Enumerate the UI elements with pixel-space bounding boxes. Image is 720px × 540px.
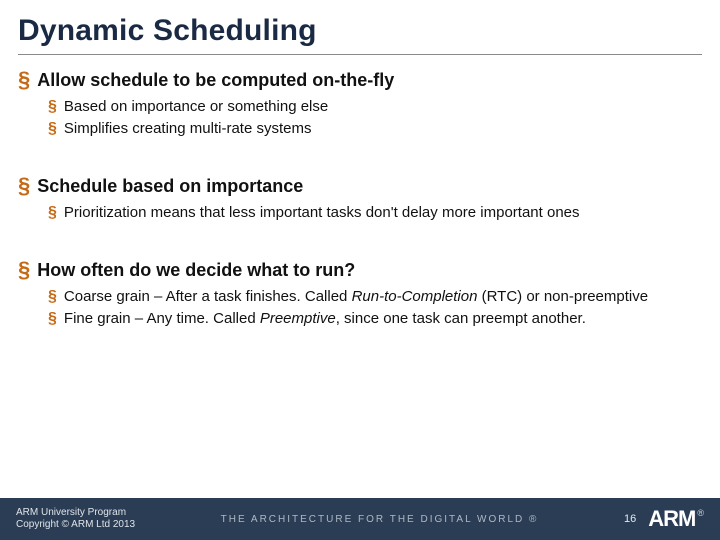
content-area: § Allow schedule to be computed on-the-f…: [0, 63, 720, 329]
lead-text: Allow schedule to be computed on-the-fly: [37, 69, 394, 91]
footer-line-2: Copyright © ARM Ltd 2013: [16, 519, 135, 531]
lead-text: Schedule based on importance: [37, 175, 303, 197]
section-3: § How often do we decide what to run? § …: [18, 259, 702, 329]
section-bullet-icon: §: [18, 69, 30, 91]
sub-text: Coarse grain – After a task finishes. Ca…: [64, 287, 648, 307]
sub-list: § Prioritization means that less importa…: [18, 203, 702, 223]
lead-text: How often do we decide what to run?: [37, 259, 355, 281]
footer-bar: ARM University Program Copyright © ARM L…: [0, 498, 720, 540]
sub-list: § Coarse grain – After a task finishes. …: [18, 287, 702, 329]
section-bullet-icon: §: [48, 287, 57, 307]
sub-text: Prioritization means that less important…: [64, 203, 580, 223]
list-item: § Fine grain – Any time. Called Preempti…: [48, 309, 702, 329]
sub-text: Simplifies creating multi-rate systems: [64, 119, 312, 139]
footer-credits: ARM University Program Copyright © ARM L…: [16, 507, 135, 531]
list-item: § Based on importance or something else: [48, 97, 702, 117]
list-item: § Prioritization means that less importa…: [48, 203, 702, 223]
page-number: 16: [624, 513, 636, 525]
lead-row: § Allow schedule to be computed on-the-f…: [18, 69, 702, 91]
section-bullet-icon: §: [18, 175, 30, 197]
arm-logo-icon: ARM ®: [648, 506, 704, 532]
section-bullet-icon: §: [48, 203, 57, 223]
slide: Dynamic Scheduling § Allow schedule to b…: [0, 0, 720, 540]
sub-list: § Based on importance or something else …: [18, 97, 702, 139]
sub-text: Fine grain – Any time. Called Preemptive…: [64, 309, 586, 329]
section-bullet-icon: §: [48, 309, 57, 329]
footer-tagline: THE ARCHITECTURE FOR THE DIGITAL WORLD ®: [135, 514, 624, 525]
section-2: § Schedule based on importance § Priorit…: [18, 175, 702, 223]
registered-icon: ®: [697, 508, 704, 518]
lead-row: § Schedule based on importance: [18, 175, 702, 197]
section-bullet-icon: §: [48, 97, 57, 117]
slide-title: Dynamic Scheduling: [0, 0, 720, 54]
list-item: § Simplifies creating multi-rate systems: [48, 119, 702, 139]
lead-row: § How often do we decide what to run?: [18, 259, 702, 281]
title-divider: [18, 54, 702, 55]
section-bullet-icon: §: [18, 259, 30, 281]
section-bullet-icon: §: [48, 119, 57, 139]
list-item: § Coarse grain – After a task finishes. …: [48, 287, 702, 307]
logo-text: ARM: [648, 506, 695, 532]
footer-line-1: ARM University Program: [16, 507, 135, 519]
sub-text: Based on importance or something else: [64, 97, 328, 117]
section-1: § Allow schedule to be computed on-the-f…: [18, 69, 702, 139]
